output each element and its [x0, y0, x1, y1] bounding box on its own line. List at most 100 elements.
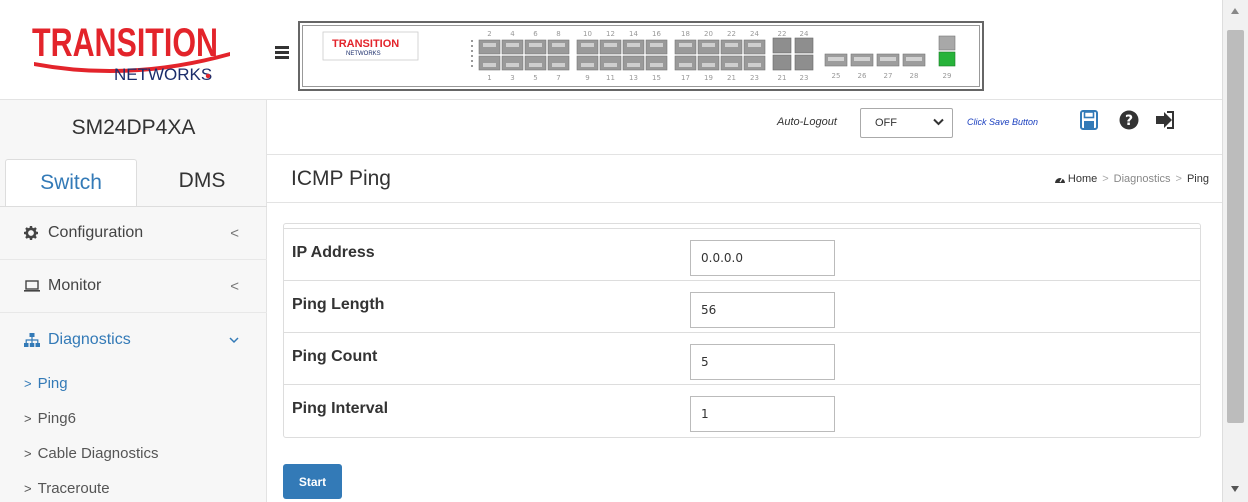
panel-dot: [471, 65, 473, 67]
start-button[interactable]: Start: [283, 464, 342, 499]
port-number-bottom: 27: [884, 72, 893, 80]
top-bar: TRANSITION NETWORKS 2 1 4 3 6 5 8 7 10 9 12 11 14 13 1…: [267, 0, 1222, 100]
breadcrumb-current: Ping: [1186, 173, 1209, 185]
chevron-down-icon: [229, 331, 239, 348]
port-number-top: 10: [583, 30, 592, 38]
sitemap-icon: [24, 332, 40, 347]
port-number-top: 8: [556, 30, 560, 38]
breadcrumb-home[interactable]: Home: [1054, 173, 1097, 185]
main-content: ICMP Ping Home > Diagnostics > Ping IP A…: [267, 155, 1222, 502]
port-slot: [650, 63, 663, 67]
chevron-left-icon: <: [230, 224, 239, 242]
scrollbar-thumb[interactable]: [1227, 30, 1244, 423]
port-number-bottom: 21: [727, 74, 736, 82]
scroll-up-arrow-icon[interactable]: [1231, 8, 1239, 14]
port-number-top: 18: [681, 30, 690, 38]
chevron-down-icon: [933, 115, 944, 129]
port-panel-graphic: TRANSITION NETWORKS 21436587109121114131…: [322, 30, 956, 82]
help-icon[interactable]: ?: [1119, 110, 1141, 132]
device-model: SM24DP4XA: [71, 115, 196, 139]
tab-switch[interactable]: Switch: [5, 159, 137, 206]
panel-dot: [471, 60, 473, 62]
port-slot: [604, 63, 617, 67]
device-front-panel-inner: TRANSITION NETWORKS 2 1 4 3 6 5 8 7 10 9 12 11 14 13 1…: [302, 25, 980, 87]
save-icon[interactable]: [1080, 110, 1102, 132]
port-slot: [506, 63, 519, 67]
transition-networks-logo: TRANSITION NETWORKS: [32, 21, 230, 84]
scrollbar[interactable]: [1222, 0, 1248, 502]
port-slot: [880, 57, 896, 61]
sidebar-subitem-ping6[interactable]: > Ping6: [0, 401, 267, 436]
sidebar-subitem-traceroute[interactable]: > Traceroute: [0, 471, 267, 502]
port-slot: [828, 57, 844, 61]
port-slot: [679, 43, 692, 47]
sidebar-tabs: Switch DMS: [0, 155, 267, 207]
panel-dot: [471, 45, 473, 47]
port-combo: [772, 54, 792, 71]
sidebar-subitem-cable-diagnostics[interactable]: > Cable Diagnostics: [0, 436, 267, 471]
port-number-bottom: 17: [681, 74, 690, 82]
ip-address-input[interactable]: 0.0.0.0: [690, 240, 835, 276]
chevron-left-icon: <: [230, 277, 239, 295]
port-number-top: 2: [487, 30, 491, 38]
svg-text:TRANSITION: TRANSITION: [32, 21, 218, 65]
port-number-top: 24: [800, 30, 809, 38]
port-slot: [627, 63, 640, 67]
sidebar-item-diagnostics[interactable]: Diagnostics: [0, 313, 267, 366]
breadcrumb-diagnostics[interactable]: Diagnostics: [1114, 173, 1171, 185]
scroll-down-arrow-icon[interactable]: [1231, 486, 1239, 492]
ping-count-input[interactable]: 5: [690, 344, 835, 380]
gear-icon: [24, 226, 40, 240]
port-number-top: 22: [727, 30, 736, 38]
port-combo: [772, 37, 792, 54]
ip-address-label: IP Address: [292, 244, 375, 261]
logout-icon[interactable]: [1155, 110, 1177, 132]
port-layer: 2143658710912111413161518172019222124232…: [471, 30, 956, 82]
form-row-ping-count: Ping Count 5: [284, 333, 1200, 385]
port-combo: [794, 37, 814, 54]
port-number-top: 24: [750, 30, 759, 38]
svg-text:?: ?: [1125, 113, 1133, 129]
port-number-bottom: 19: [704, 74, 713, 82]
panel-dot: [471, 55, 473, 57]
tab-dms[interactable]: DMS: [137, 155, 267, 206]
chevron-right-icon: >: [24, 481, 32, 496]
laptop-icon: [24, 280, 40, 292]
port-number-bottom: 26: [858, 72, 867, 80]
port-number-top: 4: [510, 30, 515, 38]
auto-logout-select[interactable]: OFF: [860, 108, 953, 138]
port-slot: [627, 43, 640, 47]
port-slot: [748, 63, 761, 67]
device-front-panel: TRANSITION NETWORKS 2 1 4 3 6 5 8 7 10 9 12 11 14 13 1…: [298, 21, 984, 91]
port-number-bottom: 29: [943, 72, 952, 80]
panel-logo: TRANSITION NETWORKS: [322, 31, 419, 61]
ping-count-label: Ping Count: [292, 348, 378, 365]
menu-toggle-icon[interactable]: [275, 46, 289, 60]
port-slot: [725, 63, 738, 67]
port-slot: [702, 43, 715, 47]
chevron-right-icon: >: [24, 446, 32, 461]
port-slot: [483, 43, 496, 47]
sidebar-item-label: Configuration: [48, 224, 144, 241]
ping-length-input[interactable]: 56: [690, 292, 835, 328]
port-slot: [581, 63, 594, 67]
ping-interval-input[interactable]: 1: [690, 396, 835, 432]
port-slot: [679, 63, 692, 67]
auto-logout-label: Auto-Logout: [777, 116, 837, 128]
save-hint-link[interactable]: Click Save Button: [967, 117, 1038, 127]
logo-area: TRANSITION NETWORKS: [0, 0, 267, 100]
sidebar-subitem-ping[interactable]: > Ping: [0, 366, 267, 401]
port-29-top: [938, 35, 956, 51]
port-slot: [748, 43, 761, 47]
sidebar-item-configuration[interactable]: Configuration <: [0, 207, 267, 260]
breadcrumb-home-label: Home: [1067, 173, 1098, 185]
sidebar-item-label: Diagnostics: [48, 330, 131, 348]
form-row-ping-length: Ping Length 56: [284, 281, 1200, 333]
port-number-bottom: 25: [832, 72, 841, 80]
port-number-bottom: 11: [606, 74, 615, 82]
sidebar-item-monitor[interactable]: Monitor <: [0, 260, 267, 313]
port-slot: [581, 43, 594, 47]
port-number-top: 22: [778, 30, 787, 38]
form-row-ping-interval: Ping Interval 1: [284, 385, 1200, 437]
port-number-bottom: 5: [533, 74, 537, 82]
